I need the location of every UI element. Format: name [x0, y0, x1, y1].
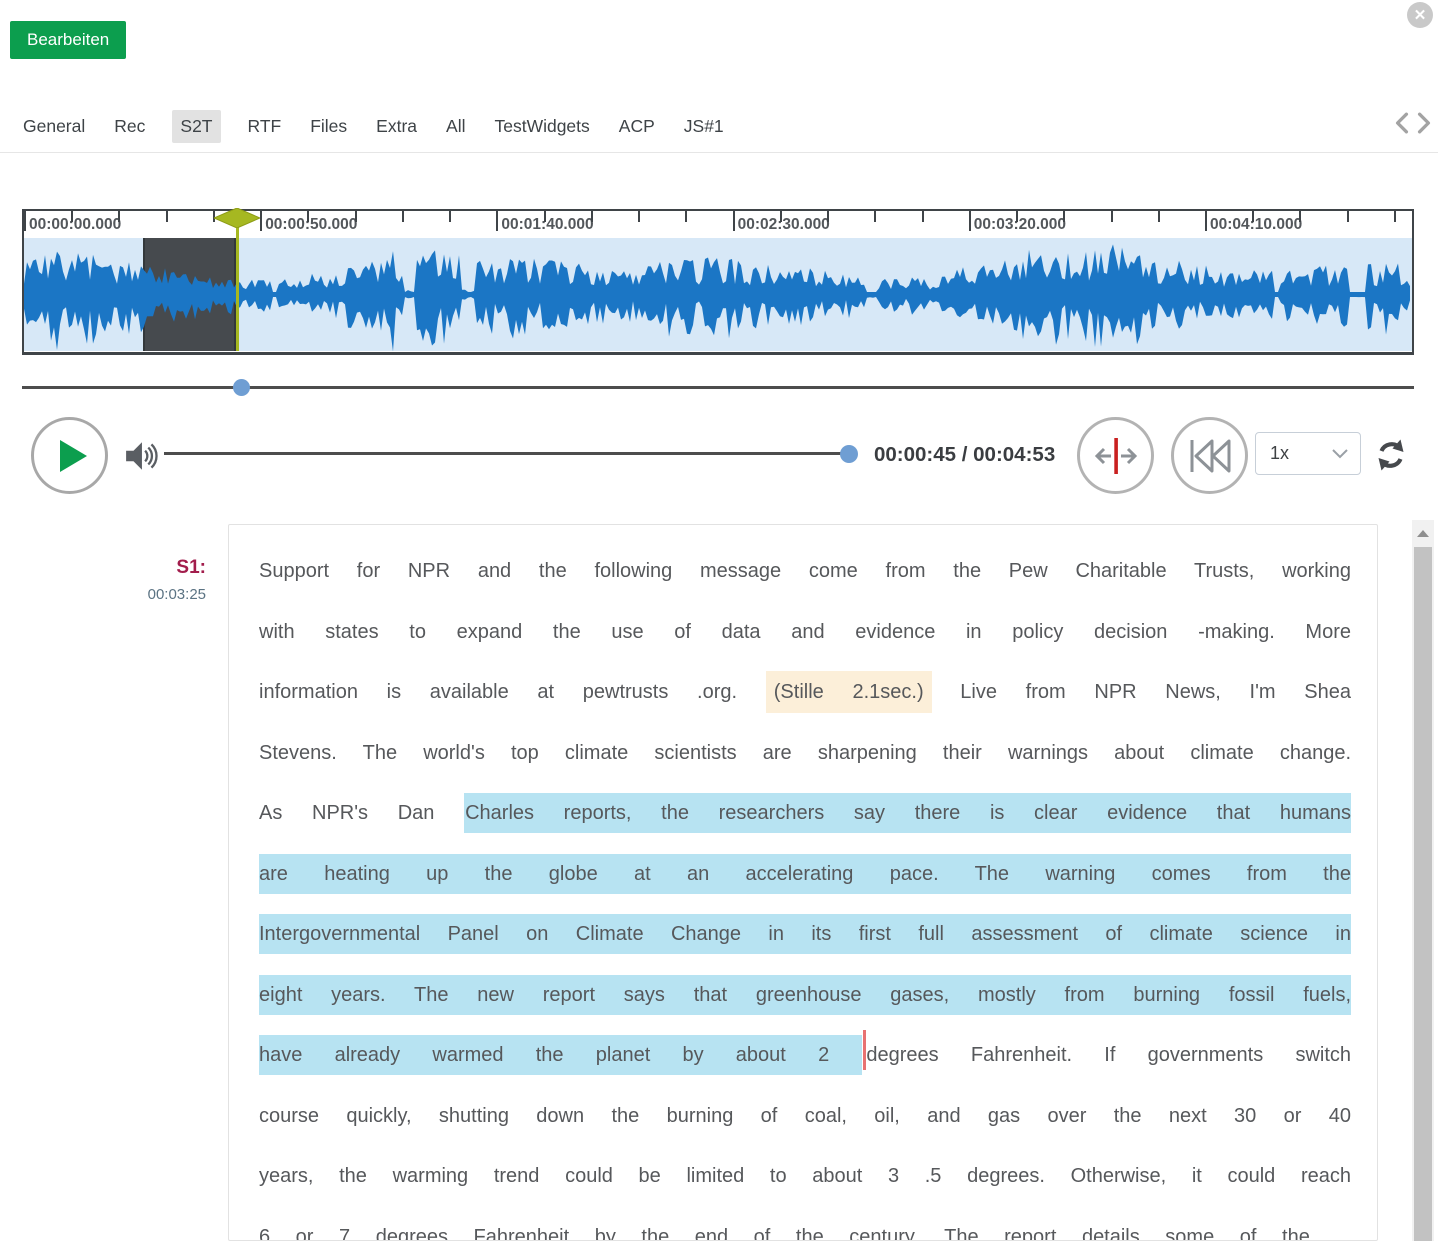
waveform-panel: 00:00:00.000 00:00:50.000 00:01:40.000 00:0… [22, 209, 1414, 355]
tab-rec[interactable]: Rec [112, 110, 147, 143]
ruler-minor-tick [166, 211, 168, 222]
ruler-time-label: 00:03:20.000 [974, 216, 1066, 234]
highlighted-transcript-segment: Charles reports, the researchers say the… [259, 793, 1351, 1075]
waveform-scrollbar-track[interactable] [22, 386, 1414, 389]
ruler-time-label: 00:04:10.000 [1210, 216, 1302, 234]
volume-slider-handle[interactable] [840, 445, 858, 463]
tab-general[interactable]: General [21, 110, 87, 143]
speaker-volume-icon[interactable] [124, 439, 162, 478]
ruler-major-tick [969, 211, 971, 231]
transcript-editor[interactable]: Support for NPR and the following messag… [229, 525, 1377, 1241]
ruler-minor-tick [118, 211, 120, 222]
ruler-time-label: 00:02:30.000 [738, 216, 830, 234]
ruler-minor-tick [1252, 211, 1254, 222]
chevron-down-icon [1332, 449, 1348, 459]
tab-js-1[interactable]: JS#1 [682, 110, 726, 143]
scrollbar-thumb[interactable] [1414, 547, 1432, 1241]
jump-to-cursor-button[interactable] [1077, 417, 1154, 494]
play-button[interactable] [31, 417, 108, 494]
time-display: 00:00:45 / 00:04:53 [874, 443, 1055, 467]
tab-s2t[interactable]: S2T [172, 110, 220, 143]
ruler-minor-tick [402, 211, 404, 222]
tab-testwidgets[interactable]: TestWidgets [492, 110, 591, 143]
tab-scroll-controls [1394, 112, 1432, 134]
skip-to-start-icon [1188, 438, 1232, 474]
ruler-major-tick [1205, 211, 1207, 231]
speaker-timestamp: 00:03:25 [40, 586, 206, 603]
skip-to-start-button[interactable] [1171, 417, 1248, 494]
tab-extra[interactable]: Extra [374, 110, 419, 143]
ruler-minor-tick [544, 211, 546, 222]
ruler-major-tick [496, 211, 498, 231]
ruler-minor-tick [355, 211, 357, 222]
ruler-minor-tick [685, 211, 687, 222]
tab-rtf[interactable]: RTF [246, 110, 284, 143]
ruler-time-label: 00:00:00.000 [29, 216, 121, 234]
play-icon [60, 440, 87, 472]
total-time: 00:04:53 [973, 443, 1055, 466]
volume-slider-track[interactable] [164, 452, 844, 455]
playhead-line[interactable] [236, 225, 239, 351]
speaker-label[interactable]: S1: [40, 557, 206, 579]
ruler-major-tick [260, 211, 262, 231]
ruler-major-tick [24, 211, 26, 231]
refresh-icon[interactable] [1374, 438, 1408, 477]
ruler-minor-tick [827, 211, 829, 222]
chevron-left-icon[interactable] [1394, 112, 1410, 134]
ruler-time-label: 00:01:40.000 [501, 216, 593, 234]
ruler-major-tick [733, 211, 735, 231]
ruler-minor-tick [780, 211, 782, 222]
scroll-up-arrow-icon [1417, 530, 1429, 537]
ruler-minor-tick [449, 211, 451, 222]
ruler-minor-tick [1347, 211, 1349, 222]
tab-all[interactable]: All [444, 110, 467, 143]
playback-speed-value: 1x [1270, 443, 1332, 464]
current-time: 00:00:45 [874, 443, 956, 466]
ruler-minor-tick [874, 211, 876, 222]
playhead-marker-icon[interactable] [214, 208, 260, 228]
ruler-minor-tick [1299, 211, 1301, 222]
tab-files[interactable]: Files [308, 110, 349, 143]
ruler-minor-tick [71, 211, 73, 222]
close-icon[interactable]: ✕ [1407, 2, 1433, 28]
ruler-minor-tick [1063, 211, 1065, 222]
scroll-up-button[interactable] [1412, 520, 1434, 546]
ruler-minor-tick [1016, 211, 1018, 222]
tab-bar: General Rec S2T RTF Files Extra All TestWidgets… [21, 108, 726, 145]
edit-button[interactable]: Bearbeiten [10, 21, 126, 59]
tabs-divider [0, 152, 1438, 153]
playback-speed-select[interactable]: 1x [1255, 432, 1361, 475]
waveform-display[interactable] [24, 238, 1412, 351]
ruler-time-label: 00:00:50.000 [265, 216, 357, 234]
jump-to-cursor-icon [1092, 434, 1140, 478]
speaker-column: S1: 00:03:25 [40, 557, 206, 603]
time-separator: / [956, 443, 973, 466]
chevron-right-icon[interactable] [1416, 112, 1432, 134]
silence-marker[interactable]: (Stille 2.1sec.) [766, 671, 932, 713]
ruler-minor-tick [638, 211, 640, 222]
ruler-minor-tick [591, 211, 593, 222]
audio-waveform [24, 238, 1412, 351]
ruler-minor-tick [1158, 211, 1160, 222]
waveform-scrollbar-handle[interactable] [233, 379, 250, 396]
ruler-minor-tick [307, 211, 309, 222]
tab-acp[interactable]: ACP [617, 110, 657, 143]
ruler-minor-tick [1394, 211, 1396, 222]
s2t-editor-window: ✕ Bearbeiten General Rec S2T RTF Files Extra A… [0, 0, 1438, 1241]
transcript-scrollbar[interactable] [1412, 520, 1434, 1241]
transcript-panel: Support for NPR and the following messag… [228, 524, 1378, 1241]
ruler-minor-tick [1111, 211, 1113, 222]
ruler-minor-tick [922, 211, 924, 222]
